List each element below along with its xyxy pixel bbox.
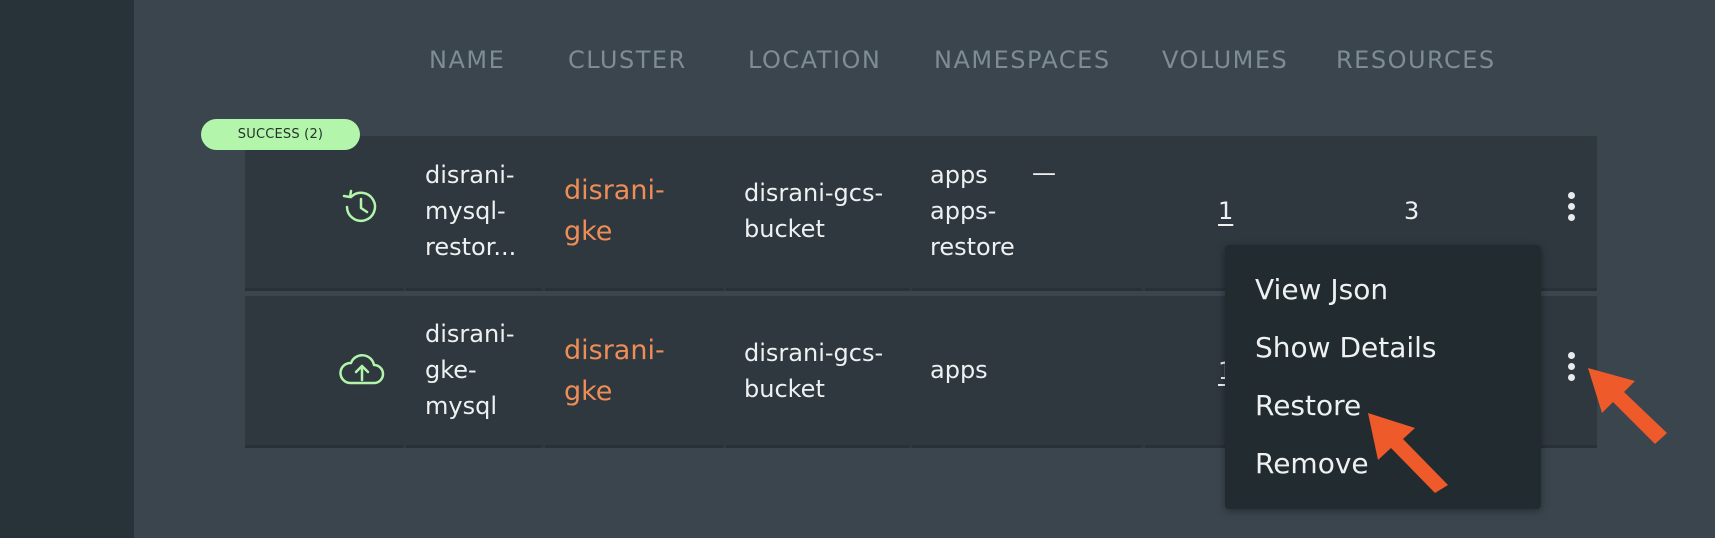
restore-history-icon xyxy=(342,189,377,223)
backup-name-line: mysql- xyxy=(425,197,506,225)
annotation-arrow-icon xyxy=(1368,413,1448,493)
row-actions-kebab-icon[interactable] xyxy=(1566,352,1576,385)
location-value: disrani-gcs- bucket xyxy=(744,175,883,247)
location-line: bucket xyxy=(744,215,825,243)
cluster-line: disrani- xyxy=(564,175,665,206)
backup-name-line: gke- xyxy=(425,356,477,384)
column-header-name[interactable]: NAME xyxy=(429,46,505,74)
cluster-line: gke xyxy=(564,216,613,247)
column-header-namespaces[interactable]: NAMESPACES xyxy=(934,46,1111,74)
column-header-resources[interactable]: RESOURCES xyxy=(1336,46,1496,74)
left-sidebar xyxy=(0,0,134,538)
status-badge: SUCCESS (2) xyxy=(201,119,360,150)
column-header-location[interactable]: LOCATION xyxy=(748,46,881,74)
namespace-line: apps xyxy=(930,356,988,384)
cluster-link[interactable]: disrani- gke xyxy=(564,330,665,412)
volumes-link[interactable]: 1 xyxy=(1218,193,1233,229)
cluster-line: disrani- xyxy=(564,335,665,366)
location-line: disrani-gcs- xyxy=(744,179,884,207)
column-header-cluster[interactable]: CLUSTER xyxy=(568,46,687,74)
empty-value-dash: — xyxy=(1032,159,1056,187)
location-value: disrani-gcs- bucket xyxy=(744,335,883,407)
namespace-line: apps xyxy=(930,161,988,189)
menu-item-remove[interactable]: Remove xyxy=(1255,447,1369,480)
namespace-line: apps- xyxy=(930,197,997,225)
namespaces-value: apps apps- restore xyxy=(930,157,1015,265)
row-actions-kebab-icon[interactable] xyxy=(1566,192,1576,225)
cloud-upload-icon xyxy=(339,354,385,385)
cluster-line: gke xyxy=(564,376,613,407)
cluster-link[interactable]: disrani- gke xyxy=(564,170,665,252)
location-line: bucket xyxy=(744,375,825,403)
namespaces-value: apps xyxy=(930,352,988,388)
location-line: disrani-gcs- xyxy=(744,339,884,367)
resources-count: 3 xyxy=(1404,197,1420,225)
backup-name-line: disrani- xyxy=(425,161,515,189)
menu-item-show-details[interactable]: Show Details xyxy=(1255,331,1437,364)
backup-name[interactable]: disrani- gke- mysql xyxy=(425,316,515,424)
menu-item-view-json[interactable]: View Json xyxy=(1255,273,1388,306)
backup-name-line: mysql xyxy=(425,392,497,420)
backup-name-line: disrani- xyxy=(425,320,515,348)
backup-name[interactable]: disrani- mysql- restor... xyxy=(425,157,516,265)
backup-name-line: restor... xyxy=(425,233,517,261)
annotation-arrow-icon xyxy=(1588,368,1667,444)
menu-item-restore[interactable]: Restore xyxy=(1255,389,1361,422)
namespace-line: restore xyxy=(930,233,1015,261)
column-header-volumes[interactable]: VOLUMES xyxy=(1162,46,1288,74)
